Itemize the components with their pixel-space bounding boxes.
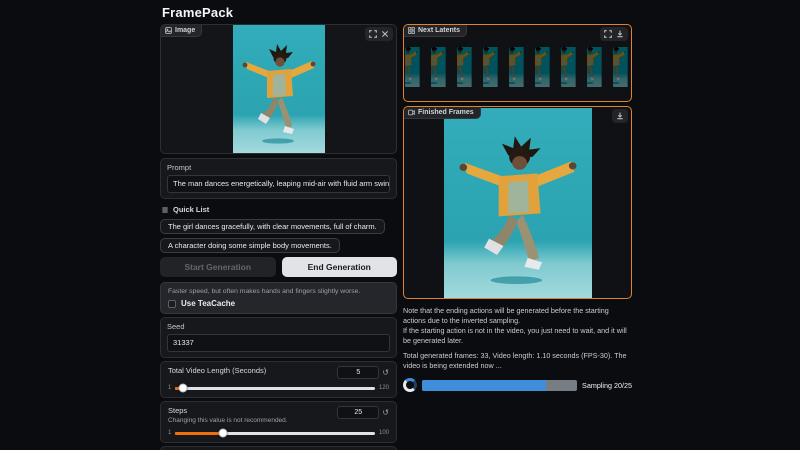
start-generation-button[interactable]: Start Generation [160,257,276,277]
quick-list-icon [161,206,169,214]
quick-list-items: The girl dances gracefully, with clear m… [160,219,397,253]
sampling-note: Note that the ending actions will be gen… [403,306,632,346]
note-line-2: If the starting action is not in the vid… [403,326,627,345]
slider-track[interactable] [175,387,375,390]
video-icon [408,109,415,116]
end-generation-button[interactable]: End Generation [282,257,398,277]
progress-section: Sampling 20/25 [403,378,632,392]
slider-min-label: 1 [168,385,171,391]
progress-bar-fill [422,380,546,391]
slider-stack: Total Video Length (Seconds) 5 ↺ 1 120 S… [160,361,397,450]
progress-label: Sampling 20/25 [582,381,632,390]
latent-frame[interactable] [561,47,585,87]
latent-thumbnails[interactable] [405,47,630,87]
slider-value-input[interactable]: 25 [337,406,379,419]
latent-frame[interactable] [535,47,559,87]
slider-block: Steps Changing this value is not recomme… [160,401,397,443]
spinner-icon [403,378,417,392]
slider-value-input[interactable]: 5 [337,366,379,379]
latent-frame[interactable] [483,47,507,87]
page-title: FramePack [160,3,640,24]
prompt-label: Prompt [167,163,390,172]
fullscreen-icon[interactable] [368,29,378,39]
slider-fill [175,432,223,435]
prompt-block: Prompt The man dances energetically, lea… [160,158,397,199]
seed-label: Seed [167,322,390,331]
quick-list-item[interactable]: A character doing some simple body movem… [160,238,340,253]
latent-frame[interactable] [457,47,481,87]
image-label: Image [175,27,195,34]
quick-list-accordion[interactable]: Quick List [160,203,397,216]
slider-min-label: 1 [168,430,171,436]
frames-panel-actions [612,109,628,123]
generation-stats: Total generated frames: 33, Video length… [403,351,632,371]
reset-icon[interactable]: ↺ [382,409,389,417]
slider-max-label: 100 [379,430,389,436]
slider-track[interactable] [175,432,375,435]
generation-buttons: Start Generation End Generation [160,257,397,277]
slider-label: Steps [168,406,288,415]
gallery-icon [408,27,415,34]
use-teacache-checkbox[interactable]: Use TeaCache [168,299,389,308]
finished-frames-badge: Finished Frames [404,107,481,119]
latent-frame[interactable] [509,47,533,87]
teacache-group: Faster speed, but often makes hands and … [160,282,397,314]
download-icon[interactable] [615,29,625,39]
framepack-app: FramePack Image Prompt The man dances en… [160,0,640,450]
slider-handle[interactable] [179,384,188,393]
reset-icon[interactable]: ↺ [382,369,389,377]
latents-panel-actions [600,27,628,41]
checkbox-box[interactable] [168,300,176,308]
slider-label: Total Video Length (Seconds) [168,366,266,375]
close-icon[interactable] [380,29,390,39]
slider-block: Distilled CFG Scale Changing this value … [160,446,397,450]
next-latents-label: Next Latents [418,27,460,34]
slider-handle[interactable] [219,429,228,438]
image-panel-actions [365,27,393,41]
fullscreen-icon[interactable] [603,29,613,39]
slider-block: Total Video Length (Seconds) 5 ↺ 1 120 [160,361,397,398]
latent-frame[interactable] [405,47,429,87]
image-label-badge: Image [161,25,202,37]
prompt-input[interactable]: The man dances energetically, leaping mi… [167,175,390,193]
finished-frames-label: Finished Frames [418,109,474,116]
left-column: Image Prompt The man dances energeticall… [160,24,397,450]
right-column: Next Latents Finished Frames [403,24,632,450]
download-icon[interactable] [615,111,625,121]
latent-frame[interactable] [613,47,632,87]
teacache-info: Faster speed, but often makes hands and … [168,287,389,296]
main-columns: Image Prompt The man dances energeticall… [160,24,640,450]
latent-frame[interactable] [587,47,611,87]
next-latents-panel[interactable]: Next Latents [403,24,632,102]
slider-info: Changing this value is not recommended. [168,417,288,424]
seed-input[interactable]: 31337 [167,334,390,352]
seed-block: Seed 31337 [160,317,397,358]
quick-list-label: Quick List [173,205,209,214]
input-image-panel[interactable]: Image [160,24,397,154]
image-icon [165,27,172,34]
finished-frames-panel[interactable]: Finished Frames [403,106,632,299]
use-teacache-label: Use TeaCache [181,299,235,308]
progress-bar [422,380,577,391]
slider-max-label: 120 [379,385,389,391]
finished-frames-image[interactable] [444,108,592,298]
input-image[interactable] [233,25,325,153]
note-line-1: Note that the ending actions will be gen… [403,306,609,325]
next-latents-badge: Next Latents [404,25,467,37]
quick-list-item[interactable]: The girl dances gracefully, with clear m… [160,219,385,234]
latent-frame[interactable] [431,47,455,87]
